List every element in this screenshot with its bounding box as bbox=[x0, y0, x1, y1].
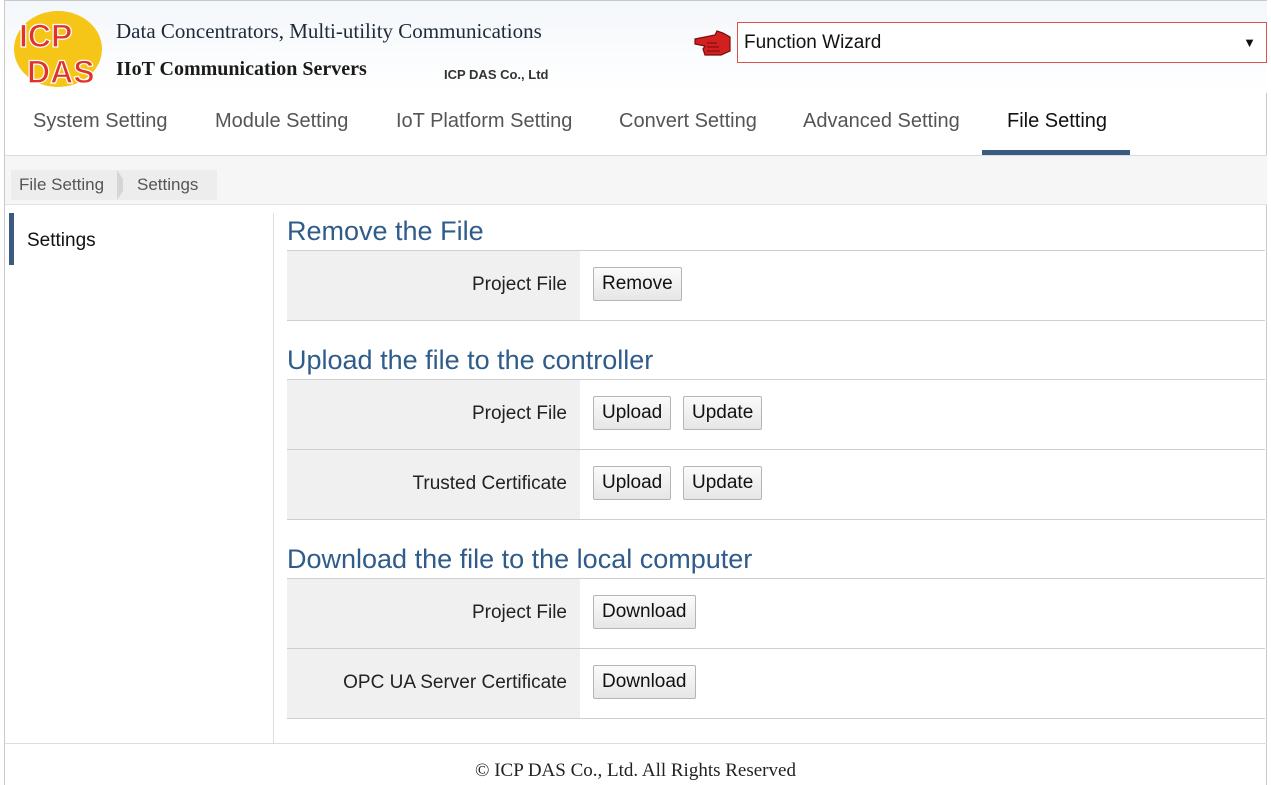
row-label: Project File bbox=[471, 602, 567, 623]
active-tab-indicator bbox=[982, 150, 1130, 155]
update-project-file-button[interactable]: Update bbox=[683, 396, 763, 430]
footer-copyright: © ICP DAS Co., Ltd. All Rights Reserved bbox=[475, 760, 796, 781]
header-title-line2: IIoT Communication Servers bbox=[116, 58, 367, 80]
update-trusted-certificate-button[interactable]: Update bbox=[683, 466, 763, 500]
sidebar: Settings bbox=[5, 213, 274, 743]
setting-row: OPC UA Server Certificate Download bbox=[287, 649, 1265, 719]
setting-row: Project File Download bbox=[287, 579, 1265, 649]
row-label: Project File bbox=[471, 274, 567, 295]
function-wizard-value: Function Wizard bbox=[744, 32, 882, 53]
upload-trusted-certificate-button[interactable]: Upload bbox=[593, 466, 672, 500]
row-label: Trusted Certificate bbox=[412, 473, 567, 494]
svg-text:DAS: DAS bbox=[27, 54, 95, 89]
pointing-hand-icon bbox=[694, 30, 731, 56]
tab-module-setting[interactable]: Module Setting bbox=[215, 110, 348, 133]
setting-row: Trusted Certificate Upload Update bbox=[287, 450, 1265, 520]
main-tabs: System Setting Module Setting IoT Platfo… bbox=[5, 100, 1267, 156]
row-label-cell: Trusted Certificate bbox=[287, 450, 580, 519]
section-title-remove: Remove the File bbox=[287, 216, 484, 246]
sidebar-item-settings[interactable]: Settings bbox=[9, 213, 273, 265]
download-project-file-button[interactable]: Download bbox=[593, 595, 696, 629]
footer-divider bbox=[5, 743, 1267, 744]
svg-text:ICP: ICP bbox=[19, 18, 72, 54]
download-opcua-certificate-button[interactable]: Download bbox=[593, 665, 696, 699]
tab-advanced-setting[interactable]: Advanced Setting bbox=[803, 110, 960, 133]
setting-row: Project File Upload Update bbox=[287, 380, 1265, 450]
row-label: OPC UA Server Certificate bbox=[343, 672, 567, 693]
remove-project-file-button[interactable]: Remove bbox=[593, 267, 682, 301]
dropdown-arrow-icon: ▼ bbox=[1243, 35, 1256, 50]
row-label: Project File bbox=[471, 403, 567, 424]
breadcrumb: File Setting Settings bbox=[5, 156, 1267, 205]
icpdas-logo: ICP DAS bbox=[14, 11, 102, 89]
row-label-cell: OPC UA Server Certificate bbox=[287, 649, 580, 718]
tab-system-setting[interactable]: System Setting bbox=[33, 110, 168, 133]
breadcrumb-file-setting[interactable]: File Setting bbox=[11, 170, 123, 200]
row-label-cell: Project File bbox=[287, 380, 580, 449]
row-label-cell: Project File bbox=[287, 579, 580, 648]
upload-project-file-button[interactable]: Upload bbox=[593, 396, 672, 430]
setting-row: Project File Remove bbox=[287, 251, 1265, 321]
section-title-upload: Upload the file to the controller bbox=[287, 345, 654, 375]
breadcrumb-settings[interactable]: Settings bbox=[123, 170, 217, 200]
header-title-line1: Data Concentrators, Multi-utility Commun… bbox=[116, 19, 542, 43]
sidebar-item-label: Settings bbox=[27, 230, 96, 251]
tab-file-setting[interactable]: File Setting bbox=[1007, 110, 1107, 133]
section-title-download: Download the file to the local computer bbox=[287, 544, 753, 574]
row-label-cell: Project File bbox=[287, 251, 580, 320]
tab-convert-setting[interactable]: Convert Setting bbox=[619, 110, 757, 133]
tab-iot-platform-setting[interactable]: IoT Platform Setting bbox=[396, 110, 572, 133]
company-name: ICP DAS Co., Ltd bbox=[444, 67, 549, 82]
function-wizard-select[interactable]: Function Wizard ▼ bbox=[737, 22, 1267, 63]
